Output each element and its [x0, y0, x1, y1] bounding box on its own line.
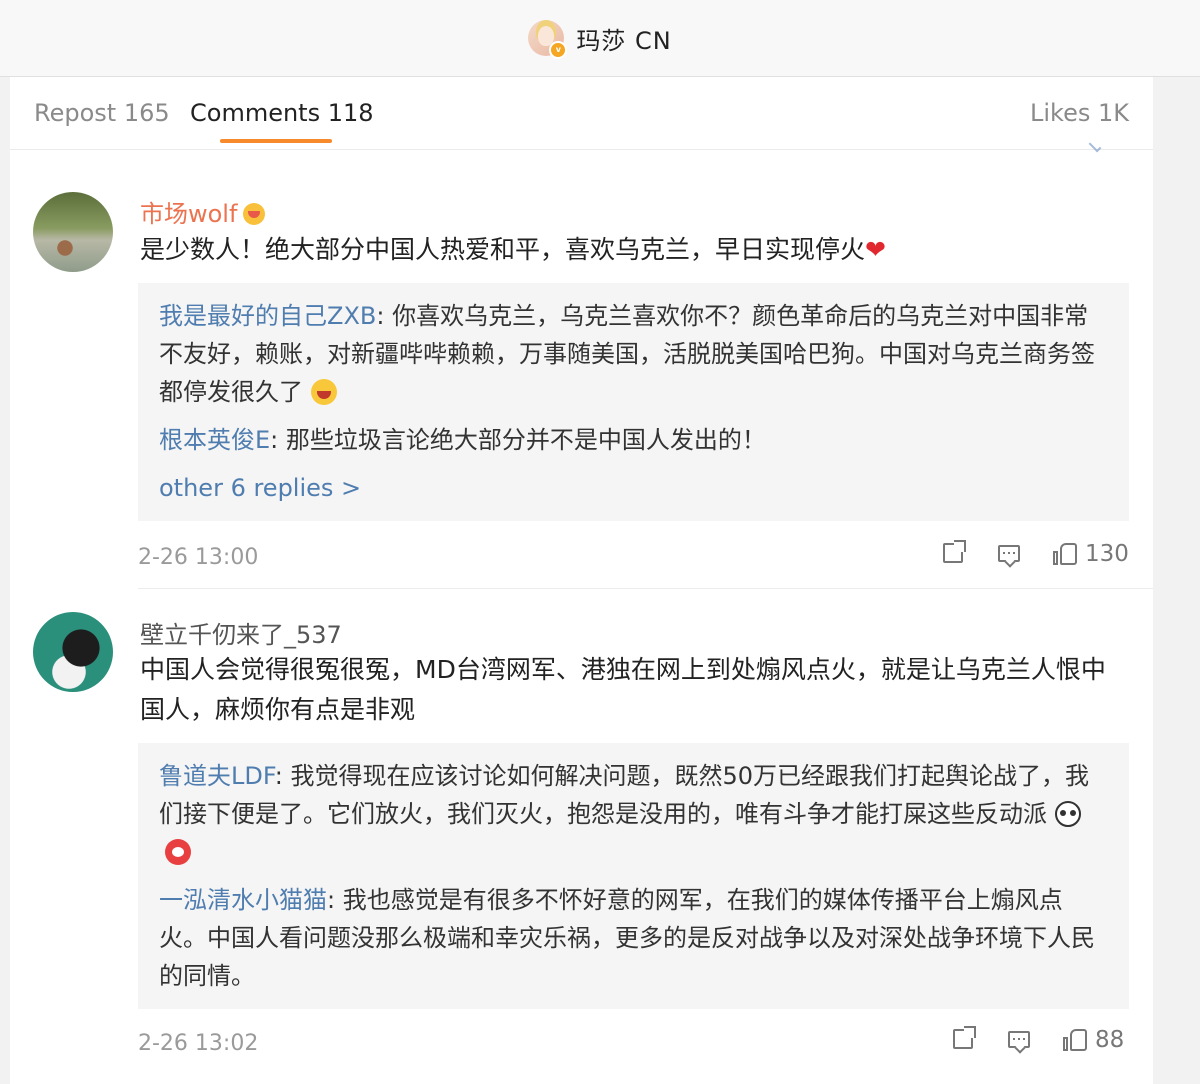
- reply-item: 一泓清水小猫猫: 我也感觉是有很多不怀好意的网军，在我们的媒体传播平台上煽风点火…: [159, 881, 1109, 995]
- share-button[interactable]: [943, 540, 966, 563]
- comment-text: 中国人会觉得很冤很冤，MD台湾网军、港独在网上到处煽风点火，就是让乌克兰人恨中国…: [140, 655, 1106, 724]
- reply-button[interactable]: [998, 543, 1020, 562]
- reply-item: 根本英俊E: 那些垃圾言论绝大部分并不是中国人发出的！: [159, 421, 1109, 459]
- reply-author[interactable]: 根本英俊E: [159, 426, 270, 454]
- comment-body: 是少数人！绝大部分中国人热爱和平，喜欢乌克兰，早日实现停火: [140, 235, 866, 264]
- verified-badge-icon: v: [549, 41, 568, 59]
- comment-date: 2-26 13:02: [138, 1031, 259, 1056]
- tab-bar: Repost 165 Comments 118 Likes 1K: [10, 77, 1153, 153]
- author-name[interactable]: 玛莎 CN: [576, 21, 671, 56]
- commenter-name-text: 市场wolf: [140, 200, 238, 228]
- reply-text: : 我觉得现在应该讨论如何解决问题，既然50万已经跟我们打起舆论战了，我们接下便…: [159, 762, 1090, 828]
- reply-box: 鲁道夫LDF: 我觉得现在应该讨论如何解决问题，既然50万已经跟我们打起舆论战了…: [138, 743, 1129, 1009]
- reply-button[interactable]: [1008, 1029, 1030, 1048]
- commenter-avatar[interactable]: [33, 192, 113, 272]
- top-bar: v 玛莎 CN: [0, 0, 1200, 77]
- tab-comments[interactable]: Comments 118: [190, 99, 374, 127]
- reply-author[interactable]: 一泓清水小猫猫: [159, 886, 327, 914]
- comments-panel: Repost 165 Comments 118 Likes 1K 市场wolf …: [10, 77, 1153, 1084]
- vip-crown-icon: [243, 203, 266, 225]
- comment-icon: [998, 545, 1020, 562]
- reply-text: : 那些垃圾言论绝大部分并不是中国人发出的！: [270, 426, 766, 454]
- active-tab-indicator: [220, 139, 332, 143]
- reply-item: 我是最好的自己ZXB: 你喜欢乌克兰，乌克兰喜欢你不？颜色革命后的乌克兰对中国非…: [159, 297, 1109, 411]
- commenter-name[interactable]: 市场wolf: [140, 194, 266, 229]
- comment-icon: [1008, 1031, 1030, 1048]
- thumbs-up-icon: [1053, 543, 1077, 565]
- like-count: 130: [1085, 541, 1129, 567]
- tab-likes[interactable]: Likes 1K: [1030, 99, 1129, 127]
- share-icon: [953, 1026, 976, 1049]
- share-icon: [943, 540, 966, 563]
- heart-emoji-icon: ❤: [865, 235, 886, 264]
- reply-author[interactable]: 我是最好的自己ZXB: [159, 302, 376, 330]
- reply-item: 鲁道夫LDF: 我觉得现在应该讨论如何解决问题，既然50万已经跟我们打起舆论战了…: [159, 757, 1109, 871]
- like-button[interactable]: 88: [1063, 1027, 1124, 1053]
- mascot-emoji-icon: [165, 839, 191, 865]
- reply-box: 我是最好的自己ZXB: 你喜欢乌克兰，乌克兰喜欢你不？颜色革命后的乌克兰对中国非…: [138, 283, 1129, 521]
- page-margin: [1153, 77, 1200, 1084]
- author-avatar[interactable]: v: [528, 20, 568, 59]
- laugh-emoji-icon: [310, 379, 337, 405]
- comment-meta: 2-26 13:02 88: [138, 1025, 1129, 1065]
- panda-emoji-icon: [1054, 801, 1081, 827]
- commenter-avatar[interactable]: [33, 612, 113, 692]
- thumbs-up-icon: [1063, 1029, 1087, 1051]
- commenter-name[interactable]: 壁立千仞来了_537: [140, 615, 342, 650]
- like-count: 88: [1095, 1027, 1125, 1053]
- like-button[interactable]: 130: [1053, 541, 1129, 567]
- share-button[interactable]: [953, 1026, 976, 1049]
- more-replies-link[interactable]: other 6 replies >: [159, 469, 1109, 507]
- reply-author[interactable]: 鲁道夫LDF: [159, 762, 275, 790]
- comment-date: 2-26 13:00: [138, 545, 259, 570]
- comment-text: 是少数人！绝大部分中国人热爱和平，喜欢乌克兰，早日实现停火❤: [140, 230, 1130, 270]
- scroll-hint-icon: [1088, 139, 1102, 153]
- tab-repost[interactable]: Repost 165: [34, 99, 170, 127]
- comment-divider: [138, 588, 1153, 589]
- comment-meta: 2-26 13:00 130: [138, 539, 1129, 579]
